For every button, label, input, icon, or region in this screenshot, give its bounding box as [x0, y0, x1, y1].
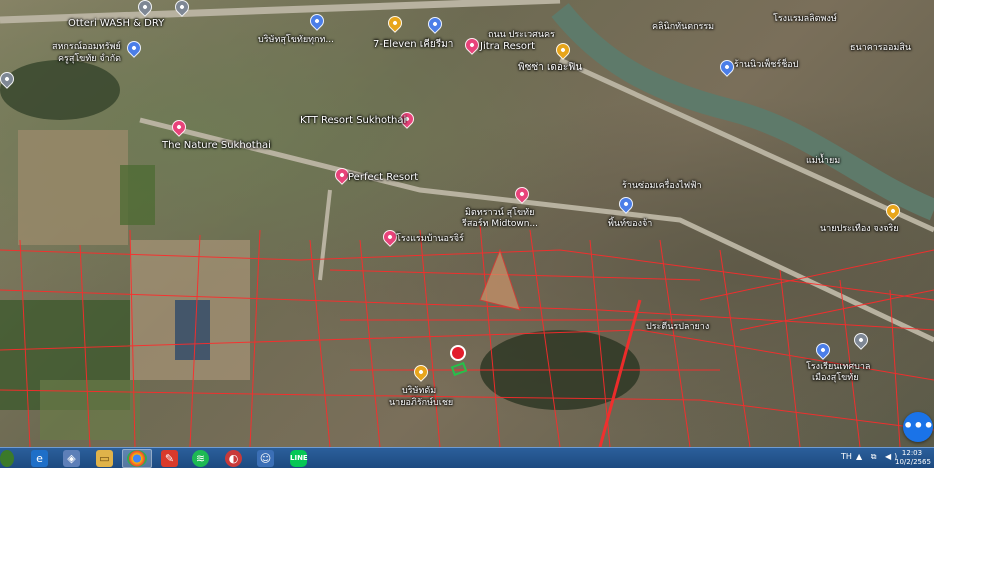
map-label[interactable]: นายอภิรักษ์บเชย	[389, 398, 453, 409]
spotify-icon[interactable]: ≋	[192, 450, 209, 467]
clock[interactable]: 12:03 10/2/2565	[895, 449, 931, 467]
map-label[interactable]: The Nature Sukhothai	[162, 140, 271, 151]
map-label[interactable]: รีสอร์ท Midtown...	[462, 219, 538, 230]
internet-explorer-icon[interactable]: e	[31, 450, 48, 467]
system-tray-icons[interactable]: ▲ ⧉ ◀)	[856, 452, 900, 462]
map-label[interactable]: นายประเทือง จงจริย	[820, 224, 899, 235]
map-label[interactable]: คลินิกทันตกรรม	[652, 22, 714, 33]
map-label[interactable]: บริษัทดัม	[402, 386, 436, 397]
app-icon[interactable]: ◐	[225, 450, 242, 467]
map-label[interactable]: ธนาคารออมสิน	[850, 43, 911, 54]
map-label[interactable]: ร้านซ่อมเครื่องไฟฟ้า	[622, 181, 702, 192]
map-label: แม่น้ำยม	[806, 156, 841, 166]
map-label[interactable]: มิตทราวน์ สุโขทัย	[465, 208, 534, 219]
map-label[interactable]: พิ้นท์ของจ้า	[608, 219, 652, 230]
map-label[interactable]: โรงแรมลลิตพงษ์	[773, 14, 837, 25]
map-label[interactable]: ประตีนรปลายาง	[646, 322, 709, 333]
start-button[interactable]	[0, 450, 14, 467]
map-label[interactable]: Jitra Resort	[480, 41, 535, 52]
pdf-reader-icon[interactable]: ✎	[161, 450, 178, 467]
map-label[interactable]: บริษัทสุโขทัยทุกท...	[258, 35, 334, 46]
clock-date: 10/2/2565	[895, 458, 931, 466]
selected-location-marker[interactable]	[450, 345, 466, 361]
clock-time: 12:03	[901, 449, 923, 457]
satellite-map[interactable]: Otteri WASH & DRY สหกรณ์ออมทรัพย์ ครูสุโ…	[0, 0, 934, 447]
map-label[interactable]: 7-Eleven เคียรีมา	[373, 39, 453, 50]
chrome-icon[interactable]	[127, 450, 147, 467]
map-label[interactable]: ครูสุโขทัย จำกัด	[58, 54, 121, 65]
map-label[interactable]: พิซซ่า เดอะฟิน	[518, 62, 582, 73]
people-icon[interactable]: ☺	[257, 450, 274, 467]
map-label[interactable]: สหกรณ์ออมทรัพย์	[52, 42, 121, 53]
map-label[interactable]: เมืองสุโขทัย	[812, 373, 859, 384]
map-label[interactable]: Otteri WASH & DRY	[68, 18, 164, 29]
map-label[interactable]: Perfect Resort	[348, 172, 418, 183]
map-label[interactable]: โรงเรียนเทศบาล	[806, 362, 870, 373]
map-label[interactable]: KTT Resort Sukhothai	[300, 115, 406, 126]
map-label[interactable]: โรงแรมบ้านอรจิร์	[396, 234, 464, 245]
taskbar: e ◈ ▭ ✎ ≋ ◐ ☺ LINE	[0, 447, 934, 468]
windows-media-icon[interactable]: ◈	[63, 450, 80, 467]
line-icon[interactable]: LINE	[290, 450, 308, 467]
language-indicator[interactable]: TH	[841, 452, 852, 461]
more-options-button[interactable]: •••	[903, 412, 934, 442]
file-explorer-icon[interactable]: ▭	[96, 450, 113, 467]
map-label: ถนน ประเวศนคร	[488, 30, 555, 40]
map-label[interactable]: ร้านนิวเพ็ชร์ช็อป	[734, 60, 798, 71]
